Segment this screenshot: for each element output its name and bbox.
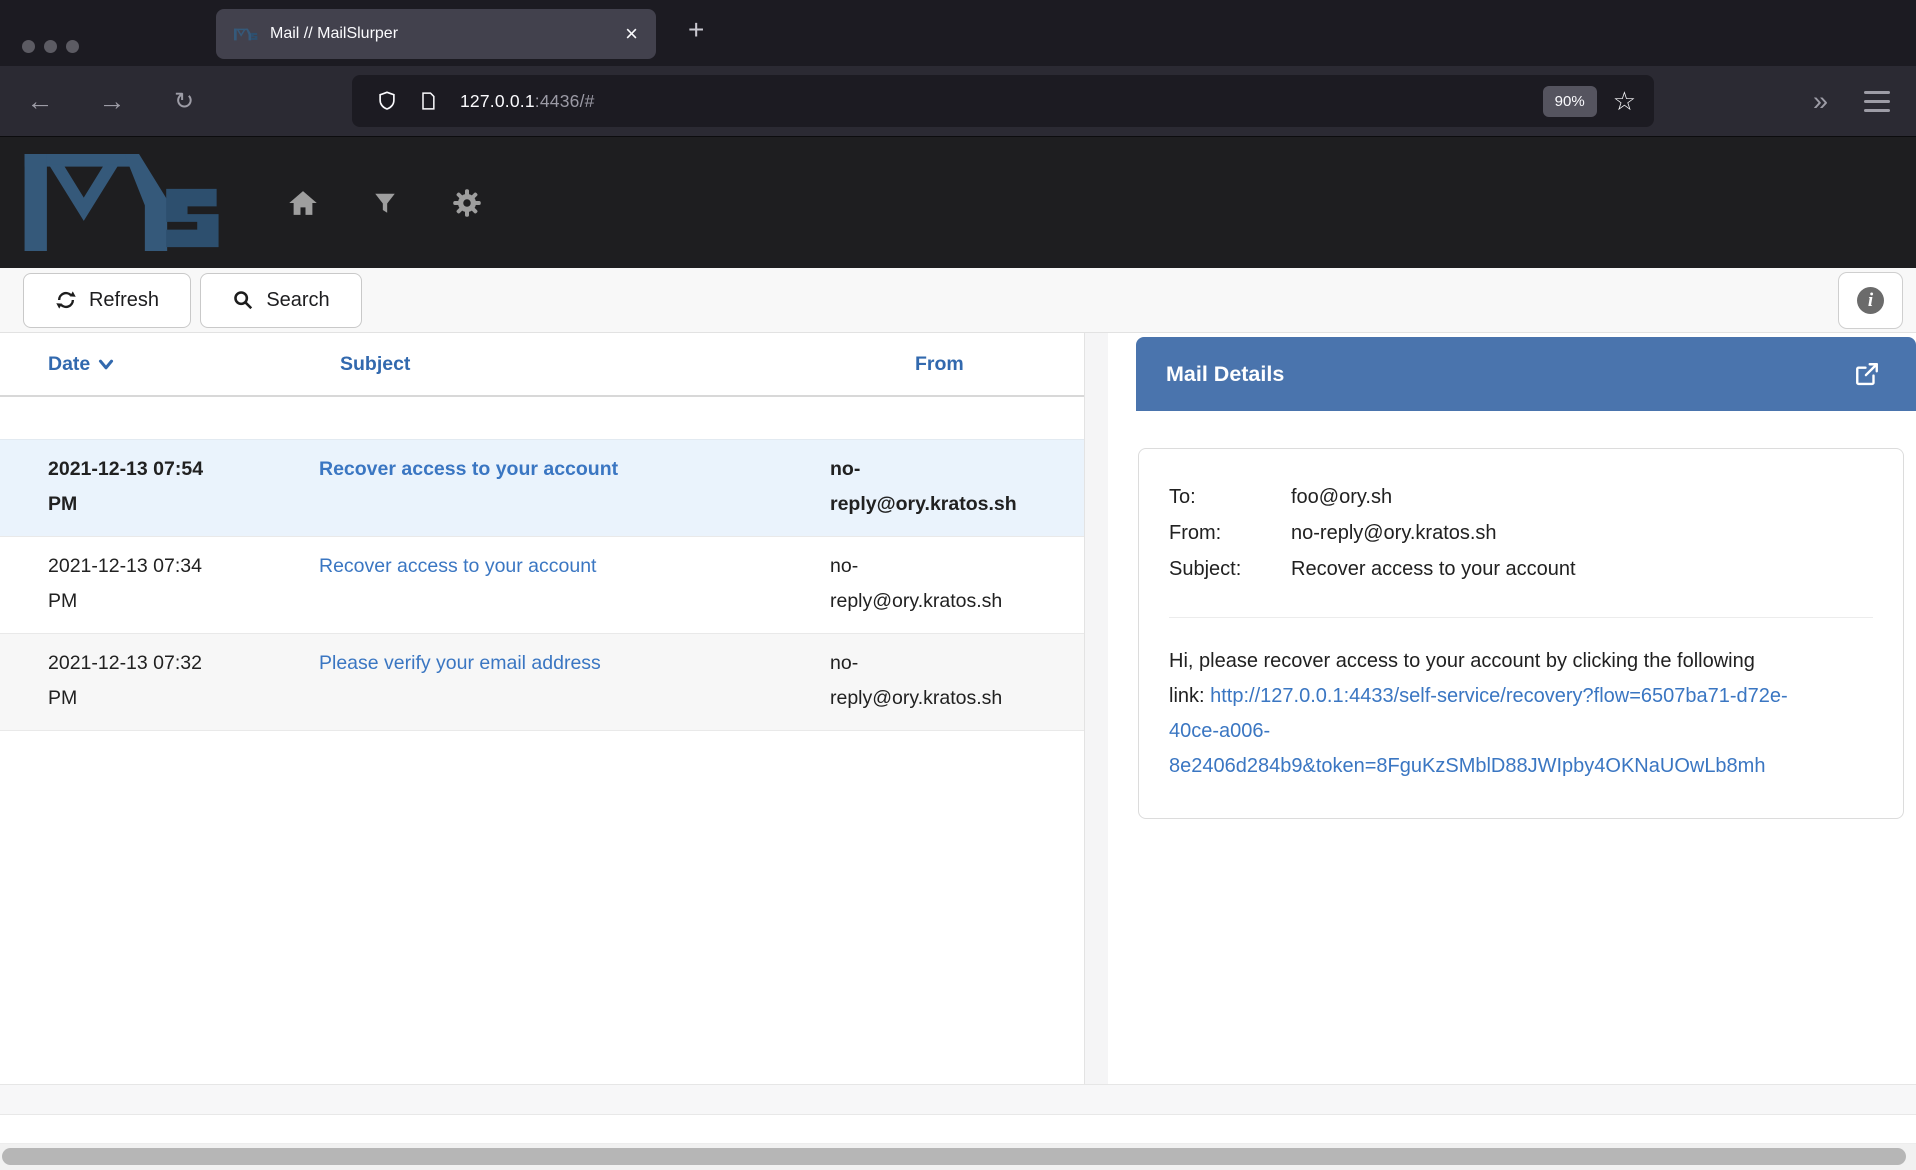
page-toolbar: Refresh Search i	[0, 268, 1916, 333]
search-icon	[232, 289, 254, 311]
from-value: no-reply@ory.kratos.sh	[1291, 515, 1497, 551]
horizontal-scrollbar[interactable]	[0, 1144, 1916, 1170]
mail-row[interactable]: 2021-12-13 07:54 PM Recover access to yo…	[0, 439, 1084, 537]
mailslurper-favicon-icon	[234, 28, 258, 41]
mail-from: no-reply@ory.kratos.sh	[830, 646, 1084, 716]
mail-row[interactable]: 2021-12-13 07:34 PM Recover access to yo…	[0, 537, 1084, 634]
reload-icon[interactable]: ↻	[162, 87, 206, 116]
tab-close-icon[interactable]: ×	[625, 23, 638, 45]
new-tab-icon[interactable]: +	[688, 14, 704, 46]
window-control-dot[interactable]	[44, 40, 57, 53]
browser-titlebar: Mail // MailSlurper × +	[0, 0, 1916, 66]
url-bar[interactable]: 127.0.0.1:4436/# 90% ☆	[352, 75, 1654, 127]
url-text: 127.0.0.1:4436/#	[460, 91, 1543, 112]
search-button[interactable]: Search	[200, 273, 362, 328]
shield-icon[interactable]	[376, 89, 398, 113]
toolbar-overflow-icon[interactable]: »	[1813, 86, 1824, 117]
mail-details-panel: Mail Details To: foo@ory.sh From: no-rep…	[1108, 333, 1916, 1084]
search-button-label: Search	[266, 289, 329, 312]
from-label: From:	[1169, 515, 1291, 551]
browser-tab[interactable]: Mail // MailSlurper ×	[216, 9, 656, 59]
mail-from: no-reply@ory.kratos.sh	[830, 452, 1084, 522]
column-header-date[interactable]: Date	[0, 353, 315, 376]
footer-strip	[0, 1085, 1916, 1115]
mail-date: 2021-12-13 07:34 PM	[0, 549, 315, 619]
mail-list-panel: Date Subject From 2021-12-13 07:54 PM Re…	[0, 333, 1085, 1084]
column-header-subject[interactable]: Subject	[315, 353, 830, 376]
mail-date: 2021-12-13 07:32 PM	[0, 646, 315, 716]
mail-details-card: To: foo@ory.sh From: no-reply@ory.kratos…	[1138, 448, 1904, 819]
main-content: Date Subject From 2021-12-13 07:54 PM Re…	[0, 333, 1916, 1085]
mail-subject-link[interactable]: Please verify your email address	[319, 652, 601, 674]
list-spacer	[0, 397, 1084, 439]
details-divider	[1169, 617, 1873, 618]
column-header-from[interactable]: From	[830, 353, 1084, 376]
mail-date: 2021-12-13 07:54 PM	[0, 452, 315, 522]
external-link-icon[interactable]	[1854, 361, 1880, 387]
window-control-dot[interactable]	[22, 40, 35, 53]
info-button[interactable]: i	[1838, 272, 1903, 329]
url-path: :4436/#	[535, 91, 595, 111]
forward-icon[interactable]: →	[90, 86, 134, 117]
sort-descending-chevron-icon	[98, 359, 114, 370]
app-navbar	[0, 136, 1916, 268]
to-label: To:	[1169, 479, 1291, 515]
mail-details-header: Mail Details	[1136, 337, 1916, 411]
mail-body: Hi, please recover access to your accoun…	[1169, 644, 1789, 784]
zoom-level-badge[interactable]: 90%	[1543, 86, 1597, 117]
bookmark-star-icon[interactable]: ☆	[1613, 88, 1636, 114]
panel-gutter	[1085, 333, 1108, 1084]
page-info-icon[interactable]	[418, 89, 438, 113]
refresh-button-label: Refresh	[89, 289, 159, 312]
hamburger-menu-icon[interactable]	[1864, 91, 1890, 112]
window-control-dot[interactable]	[66, 40, 79, 53]
back-icon[interactable]: ←	[18, 86, 62, 117]
refresh-button[interactable]: Refresh	[23, 273, 191, 328]
browser-nav-toolbar: ← → ↻ 127.0.0.1:4436/# 90% ☆ »	[0, 66, 1916, 136]
window-controls[interactable]	[22, 40, 79, 53]
mail-subject-link[interactable]: Recover access to your account	[319, 458, 618, 480]
mail-details-title: Mail Details	[1166, 362, 1854, 387]
info-circle-icon: i	[1857, 287, 1884, 314]
mail-list-header: Date Subject From	[0, 333, 1084, 397]
url-host: 127.0.0.1	[460, 91, 535, 111]
to-value: foo@ory.sh	[1291, 479, 1392, 515]
recovery-link[interactable]: http://127.0.0.1:4433/self-service/recov…	[1169, 685, 1788, 777]
tab-title: Mail // MailSlurper	[270, 25, 613, 43]
subject-label: Subject:	[1169, 551, 1291, 587]
refresh-icon	[55, 289, 77, 311]
mail-row[interactable]: 2021-12-13 07:32 PM Please verify your e…	[0, 634, 1084, 731]
footer-strip	[0, 1115, 1916, 1144]
scrollbar-thumb[interactable]	[2, 1148, 1906, 1165]
mailslurper-logo[interactable]	[24, 154, 224, 251]
mail-subject-link[interactable]: Recover access to your account	[319, 555, 596, 577]
home-icon[interactable]	[286, 186, 320, 220]
mail-from: no-reply@ory.kratos.sh	[830, 549, 1084, 619]
subject-value: Recover access to your account	[1291, 551, 1576, 587]
filter-icon[interactable]	[368, 186, 402, 220]
settings-gear-icon[interactable]	[450, 186, 484, 220]
